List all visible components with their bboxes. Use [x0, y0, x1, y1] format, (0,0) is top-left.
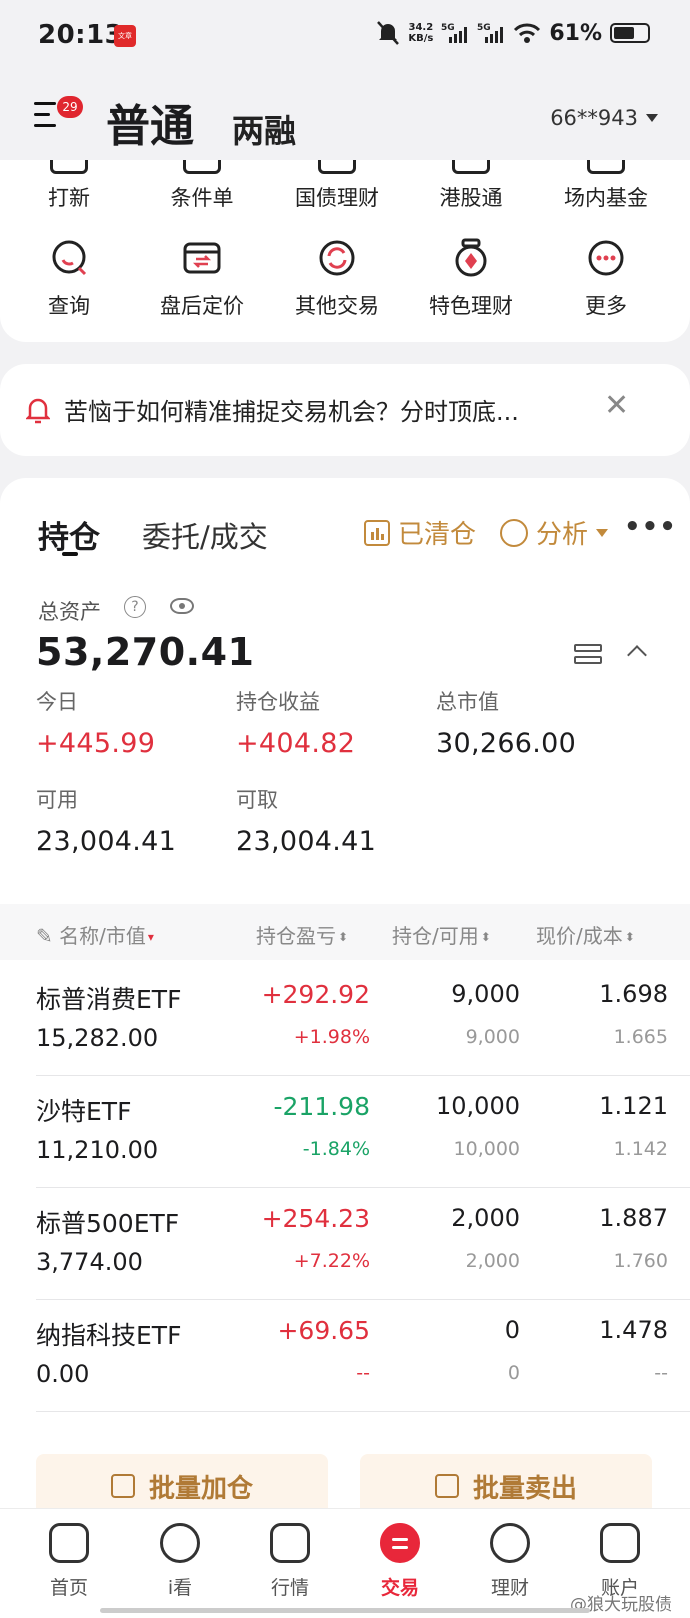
nav-wealth[interactable]: 理财 — [455, 1523, 565, 1600]
stat-market-value: 总市值 30,266.00 — [436, 690, 577, 759]
stat-available: 可用 23,004.41 — [36, 788, 177, 857]
net-speed: 34.2 KB/s — [408, 22, 434, 44]
exchange-box-icon — [183, 242, 221, 274]
total-assets-label: 总资产 — [38, 600, 101, 624]
status-time: 20:13 — [38, 20, 124, 50]
quick-featured-wealth[interactable]: 特色理财 — [402, 238, 540, 320]
chart-bars-icon — [364, 519, 390, 546]
battery-percent: 61% — [549, 20, 602, 46]
total-assets-value: 53,270.41 — [36, 630, 255, 674]
tab-margin[interactable]: 两融 — [232, 106, 296, 152]
cleared-button[interactable]: 已清仓 — [364, 514, 476, 551]
nav-account[interactable]: 账户 — [565, 1523, 675, 1600]
table-row[interactable]: 标普消费ETF 15,282.00 +292.92 +1.98% 9,000 9… — [0, 960, 690, 1076]
stat-today: 今日 +445.99 — [36, 690, 156, 759]
eye-icon[interactable] — [170, 598, 194, 614]
quick-ipo[interactable]: 打新 — [0, 160, 138, 212]
bell-icon — [26, 398, 50, 424]
wifi-icon — [514, 23, 541, 43]
notice-banner[interactable]: 苦恼于如何精准捕捉交易机会？分时顶底... ✕ — [0, 364, 690, 456]
home-indicator[interactable] — [100, 1608, 590, 1613]
chevron-up-icon[interactable] — [627, 645, 647, 665]
analysis-icon — [500, 518, 528, 547]
quick-hk-connect[interactable]: 港股通 — [402, 160, 540, 212]
more-circle-icon — [588, 240, 624, 276]
sort-icon: ▾ — [147, 930, 154, 944]
play-icon — [160, 1523, 200, 1563]
chevron-down-icon — [596, 528, 609, 537]
quick-treasury[interactable]: 国债理财 — [268, 160, 406, 212]
tab-orders[interactable]: 委托/成交 — [142, 514, 268, 556]
document-icon — [317, 160, 357, 174]
col-pnl[interactable]: 持仓盈亏 ⬍ — [256, 920, 348, 949]
stat-withdrawable: 可取 23,004.41 — [236, 788, 377, 857]
shield-icon — [586, 160, 626, 174]
analysis-button[interactable]: 分析 — [500, 514, 609, 551]
home-icon — [49, 1523, 89, 1563]
table-row[interactable]: 沙特ETF 11,210.00 -211.98 -1.84% 10,000 10… — [0, 1072, 690, 1188]
svg-text:5G: 5G — [441, 23, 455, 33]
compass-icon — [490, 1523, 530, 1563]
quick-other-trade[interactable]: 其他交易 — [268, 238, 406, 320]
more-icon[interactable]: ••• — [624, 512, 677, 542]
signal-icon: 5G — [477, 23, 504, 43]
stat-holding-pnl: 持仓收益 +404.82 — [236, 690, 356, 759]
table-row[interactable]: 标普500ETF 3,774.00 +254.23 +7.22% 2,000 2… — [0, 1184, 690, 1300]
edit-icon: ✎ — [36, 924, 60, 948]
trade-icon — [380, 1523, 420, 1563]
col-name[interactable]: ✎ 名称/市值 ▾ — [36, 920, 154, 949]
quick-conditional-order[interactable]: 条件单 — [133, 160, 271, 212]
app-notification-icon: 文章 — [114, 25, 136, 47]
battery-icon — [610, 23, 650, 43]
notice-text: 苦恼于如何精准捕捉交易机会？分时顶底... — [64, 398, 519, 426]
nav-trade[interactable]: 交易 — [345, 1523, 455, 1600]
help-icon[interactable]: ? — [124, 596, 146, 618]
chevron-down-icon[interactable] — [646, 114, 658, 122]
tab-holdings[interactable]: 持仓 — [38, 512, 100, 557]
refresh-circle-icon — [319, 240, 355, 276]
menu-badge: 29 — [57, 96, 83, 118]
wallet-icon — [600, 1523, 640, 1563]
account-selector[interactable]: 66**943 — [550, 106, 638, 130]
sort-icon: ⬍ — [480, 930, 491, 944]
status-bar: 20:13 文章 34.2 KB/s 5G 5G 61% — [0, 0, 690, 74]
quick-after-hours[interactable]: 盘后定价 — [133, 238, 271, 320]
nav-watch[interactable]: i看 — [125, 1523, 235, 1600]
col-price[interactable]: 现价/成本 ⬍ — [536, 920, 635, 949]
table-row[interactable]: 纳指科技ETF 0.00 +69.65 -- 0 0 1.478 -- — [0, 1296, 690, 1412]
quick-query[interactable]: 查询 — [0, 238, 138, 320]
positions-card: 持仓 委托/成交 已清仓 分析 ••• 总资产 ? 53,270.41 今日 +4… — [0, 478, 690, 1518]
col-position[interactable]: 持仓/可用 ⬍ — [392, 920, 491, 949]
signal-icon: 5G — [441, 23, 468, 43]
medal-icon — [455, 238, 487, 277]
search-icon — [52, 240, 87, 276]
tab-normal[interactable]: 普通 — [106, 90, 194, 154]
quick-exchange-fund[interactable]: 场内基金 — [537, 160, 675, 212]
trend-icon — [270, 1523, 310, 1563]
top-header: 29 普通 两融 66**943 — [0, 74, 690, 162]
close-icon[interactable]: ✕ — [604, 388, 629, 423]
layout-toggle-icon[interactable] — [574, 644, 602, 666]
clipboard-icon — [182, 160, 222, 174]
quick-actions-grid: 打新 条件单 国债理财 港股通 场内基金 查询 盘后定价 其他交易 特色理财 更… — [0, 160, 690, 342]
bag-icon — [451, 160, 491, 174]
nav-market[interactable]: 行情 — [235, 1523, 345, 1600]
sort-icon: ⬍ — [338, 930, 349, 944]
svg-text:5G: 5G — [477, 23, 491, 33]
export-box-icon — [434, 1474, 459, 1498]
nav-home[interactable]: 首页 — [14, 1523, 124, 1600]
mute-bell-icon — [377, 21, 400, 45]
add-box-icon — [110, 1474, 135, 1498]
table-header: ✎ 名称/市值 ▾ 持仓盈亏 ⬍ 持仓/可用 ⬍ 现价/成本 ⬍ — [0, 904, 690, 960]
sort-icon: ⬍ — [624, 930, 635, 944]
quick-more[interactable]: 更多 — [537, 238, 675, 320]
tab-underline — [62, 552, 78, 556]
bookmark-icon — [49, 160, 89, 174]
